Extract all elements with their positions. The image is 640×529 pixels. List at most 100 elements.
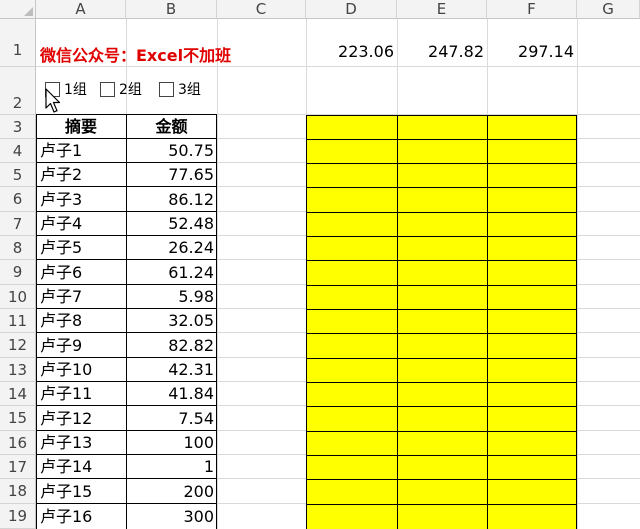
col-header-g[interactable]: G <box>577 0 640 19</box>
yellow-row-line <box>307 382 577 383</box>
table-cell-amount[interactable]: 82.82 <box>126 333 217 358</box>
title-cell[interactable]: 微信公众号：Excel不加班 <box>40 42 310 64</box>
row-header-2[interactable]: 2 <box>0 67 36 115</box>
yellow-row-line <box>307 358 577 359</box>
col-header-e[interactable]: E <box>397 0 487 19</box>
table-cell-amount[interactable]: 32.05 <box>126 309 217 333</box>
yellow-row-line <box>307 260 577 261</box>
table-cell-amount[interactable]: 26.24 <box>126 236 217 260</box>
row-header-16[interactable]: 16 <box>0 431 36 455</box>
yellow-row-line <box>307 163 577 164</box>
row-header-8[interactable]: 8 <box>0 236 36 260</box>
yellow-row-line <box>307 406 577 407</box>
table-row-border <box>36 259 217 260</box>
table-cell-summary[interactable]: 卢子16 <box>40 504 126 529</box>
table-cell-amount[interactable]: 61.24 <box>126 260 217 285</box>
yellow-row-line <box>307 236 577 237</box>
table-row-border <box>36 503 217 504</box>
checkbox-label: 3组 <box>178 82 201 98</box>
header-amount[interactable]: 金额 <box>126 115 217 139</box>
row-header-4[interactable]: 4 <box>0 139 36 163</box>
table-border <box>216 114 217 529</box>
header-summary[interactable]: 摘要 <box>36 115 126 139</box>
table-cell-amount[interactable]: 50.75 <box>126 139 217 163</box>
table-cell-amount[interactable]: 86.12 <box>126 187 217 212</box>
yellow-row-line <box>307 212 577 213</box>
yellow-row-line <box>307 431 577 432</box>
table-cell-amount[interactable]: 200 <box>126 479 217 504</box>
row-header-13[interactable]: 13 <box>0 358 36 382</box>
yellow-row-line <box>307 455 577 456</box>
col-header-b[interactable]: B <box>126 0 217 19</box>
checkbox-label: 1组 <box>64 82 87 98</box>
table-cell-summary[interactable]: 卢子6 <box>40 260 126 285</box>
checkbox-label: 2组 <box>119 82 142 98</box>
cell-f1[interactable]: 297.14 <box>487 42 577 64</box>
table-row-border <box>36 430 217 431</box>
table-cell-amount[interactable]: 7.54 <box>126 406 217 431</box>
yellow-row-line <box>307 139 577 140</box>
table-cell-amount[interactable]: 100 <box>126 431 217 455</box>
col-header-f[interactable]: F <box>487 0 577 19</box>
table-cell-amount[interactable]: 41.84 <box>126 382 217 406</box>
table-cell-summary[interactable]: 卢子15 <box>40 479 126 504</box>
group2-checkbox[interactable]: 2组 <box>100 80 142 98</box>
table-row-border <box>36 138 217 139</box>
table-cell-summary[interactable]: 卢子3 <box>40 187 126 212</box>
row-header-19[interactable]: 19 <box>0 504 36 529</box>
table-cell-summary[interactable]: 卢子13 <box>40 431 126 455</box>
table-border <box>126 114 127 529</box>
table-cell-summary[interactable]: 卢子8 <box>40 309 126 333</box>
table-cell-summary[interactable]: 卢子10 <box>40 358 126 382</box>
table-cell-summary[interactable]: 卢子7 <box>40 285 126 309</box>
col-header-c[interactable]: C <box>217 0 306 19</box>
table-cell-amount[interactable]: 52.48 <box>126 212 217 236</box>
table-cell-summary[interactable]: 卢子9 <box>40 333 126 358</box>
yellow-grid-line <box>397 116 398 529</box>
grid-line <box>36 66 640 67</box>
grid-line <box>217 19 218 529</box>
row-header-11[interactable]: 11 <box>0 309 36 333</box>
cell-d1[interactable]: 223.06 <box>306 42 397 64</box>
row-header-12[interactable]: 12 <box>0 333 36 358</box>
group3-checkbox[interactable]: 3组 <box>159 80 201 98</box>
yellow-row-line <box>307 187 577 188</box>
row-header-17[interactable]: 17 <box>0 455 36 479</box>
row-header-14[interactable]: 14 <box>0 382 36 406</box>
row-header-3[interactable]: 3 <box>0 115 36 139</box>
table-cell-amount[interactable]: 1 <box>126 455 217 479</box>
row-header-5[interactable]: 5 <box>0 163 36 187</box>
row-header-7[interactable]: 7 <box>0 212 36 236</box>
table-cell-amount[interactable]: 5.98 <box>126 285 217 309</box>
yellow-range[interactable] <box>306 115 577 529</box>
table-row-border <box>36 162 217 163</box>
table-cell-summary[interactable]: 卢子1 <box>40 139 126 163</box>
checkbox-box[interactable] <box>100 81 115 97</box>
row-header-6[interactable]: 6 <box>0 187 36 212</box>
table-border <box>36 114 37 529</box>
table-row-border <box>36 284 217 285</box>
checkbox-box[interactable] <box>159 81 174 97</box>
table-row-border <box>36 235 217 236</box>
row-header-1[interactable]: 1 <box>0 19 36 67</box>
table-cell-amount[interactable]: 77.65 <box>126 163 217 187</box>
table-cell-summary[interactable]: 卢子11 <box>40 382 126 406</box>
table-cell-summary[interactable]: 卢子2 <box>40 163 126 187</box>
row-header-9[interactable]: 9 <box>0 260 36 285</box>
table-cell-summary[interactable]: 卢子5 <box>40 236 126 260</box>
spreadsheet: A B C D E F G 1 2 3 4 5 6 7 8 9 10 11 12… <box>0 0 640 529</box>
col-header-a[interactable]: A <box>36 0 126 19</box>
row-header-15[interactable]: 15 <box>0 406 36 431</box>
table-cell-summary[interactable]: 卢子14 <box>40 455 126 479</box>
col-header-d[interactable]: D <box>306 0 397 19</box>
row-header-10[interactable]: 10 <box>0 285 36 309</box>
cell-e1[interactable]: 247.82 <box>397 42 487 64</box>
table-cell-summary[interactable]: 卢子4 <box>40 212 126 236</box>
table-cell-amount[interactable]: 300 <box>126 504 217 529</box>
select-all-corner[interactable] <box>0 0 36 19</box>
table-cell-summary[interactable]: 卢子12 <box>40 406 126 431</box>
table-cell-amount[interactable]: 42.31 <box>126 358 217 382</box>
grid-line <box>577 19 578 529</box>
yellow-row-line <box>307 285 577 286</box>
row-header-18[interactable]: 18 <box>0 479 36 504</box>
